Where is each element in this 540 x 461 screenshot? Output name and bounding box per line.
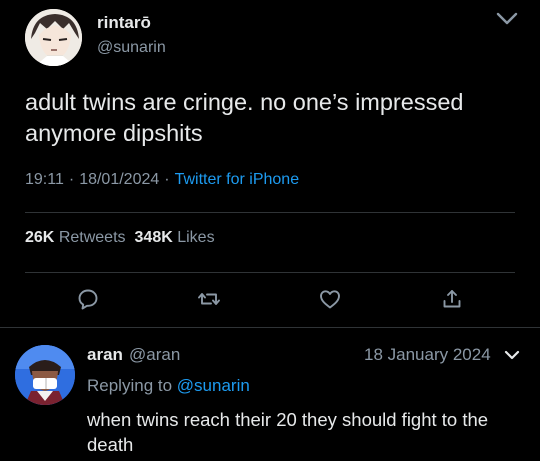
tweet-text: adult twins are cringe. no one’s impress… — [25, 89, 464, 146]
like-icon[interactable] — [318, 287, 342, 311]
retweets-label: Retweets — [58, 229, 126, 246]
tweet-date: 18/01/2024 — [79, 171, 160, 188]
separator-dot: · — [164, 171, 170, 188]
likes-count: 348K — [134, 229, 173, 246]
likes-stat[interactable]: 348K Likes — [135, 229, 215, 246]
reply-icon[interactable] — [76, 287, 100, 311]
replying-to-mention[interactable]: @sunarin — [177, 376, 250, 395]
chevron-down-icon[interactable] — [494, 8, 520, 30]
reply-text: when twins reach their 20 they should fi… — [87, 409, 489, 455]
main-tweet: rintarō @sunarin adult twins are cringe.… — [0, 0, 540, 327]
chevron-down-icon[interactable] — [503, 347, 521, 363]
reply-tweet[interactable]: aran @aran 18 January 2024 Replying to @… — [0, 328, 540, 461]
author-name[interactable]: rintarō — [97, 13, 151, 33]
replying-to: Replying to @sunarin — [87, 376, 250, 396]
reply-author-avatar[interactable] — [15, 345, 75, 405]
tweet-source-link[interactable]: Twitter for iPhone — [175, 171, 300, 188]
author-handle[interactable]: @sunarin — [97, 39, 166, 57]
anime-character-avatar-icon — [25, 9, 82, 66]
tweet-stats: 26K Retweets 348K Likes — [25, 229, 215, 247]
author-avatar[interactable] — [25, 9, 82, 66]
retweets-count: 26K — [25, 229, 55, 246]
separator-dot: · — [68, 171, 75, 188]
tweet-time: 19:11 — [25, 171, 64, 188]
likes-label: Likes — [177, 229, 215, 246]
replying-to-label: Replying to — [87, 376, 173, 395]
divider — [25, 272, 515, 273]
reply-author-name[interactable]: aran — [87, 345, 123, 365]
retweet-icon[interactable] — [197, 287, 221, 311]
share-icon[interactable] — [440, 287, 464, 311]
reply-date[interactable]: 18 January 2024 — [364, 345, 491, 365]
retweets-stat[interactable]: 26K Retweets — [25, 229, 126, 246]
divider — [25, 212, 515, 213]
tweet-meta: 19:11 · 18/01/2024 · Twitter for iPhone — [25, 171, 299, 189]
reply-author-handle[interactable]: @aran — [129, 345, 180, 365]
anime-character-avatar-icon — [15, 345, 75, 405]
